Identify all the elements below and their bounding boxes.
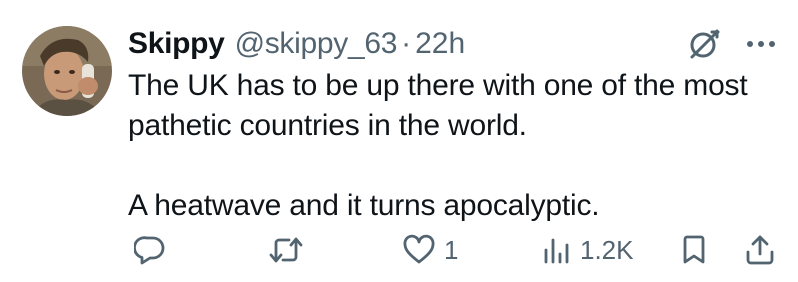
share-button[interactable] (744, 230, 776, 270)
action-bar: 1 1.2K (128, 230, 788, 270)
tweet-text-line: A heatwave and it turns apocalyptic. (128, 189, 600, 222)
tweet-text-line: pathetic countries in the world. (128, 109, 527, 142)
reply-button[interactable] (134, 230, 166, 270)
header-actions (686, 26, 778, 62)
avatar-photo (22, 26, 112, 116)
views-count: 1.2K (580, 234, 634, 265)
bookmark-button[interactable] (680, 230, 708, 270)
author-handle[interactable]: @skippy_63 (235, 27, 398, 61)
avatar[interactable] (22, 26, 112, 116)
author-name[interactable]: Skippy (128, 27, 225, 61)
heart-icon (403, 234, 435, 264)
like-button[interactable]: 1 (402, 230, 458, 270)
reply-icon (134, 236, 165, 265)
views-icon (544, 238, 569, 264)
tweet-header: Skippy @skippy_63 · 22h (128, 24, 778, 64)
more-icon[interactable] (744, 26, 778, 62)
views-button[interactable]: 1.2K (542, 230, 634, 270)
like-count: 1 (444, 234, 459, 265)
retweet-icon (269, 237, 303, 263)
share-icon (746, 235, 774, 265)
retweet-button[interactable] (268, 230, 304, 270)
separator-dot: · (401, 27, 412, 60)
bookmark-icon (683, 235, 705, 264)
tweet-text: The UK has to be up there with one of th… (128, 66, 788, 226)
tweet-text-line: The UK has to be up there with one of th… (128, 69, 748, 102)
grok-icon[interactable] (686, 26, 722, 62)
tweet[interactable]: Skippy @skippy_63 · 22h The UK has to be… (0, 0, 798, 282)
tweet-timestamp[interactable]: 22h (415, 27, 465, 61)
